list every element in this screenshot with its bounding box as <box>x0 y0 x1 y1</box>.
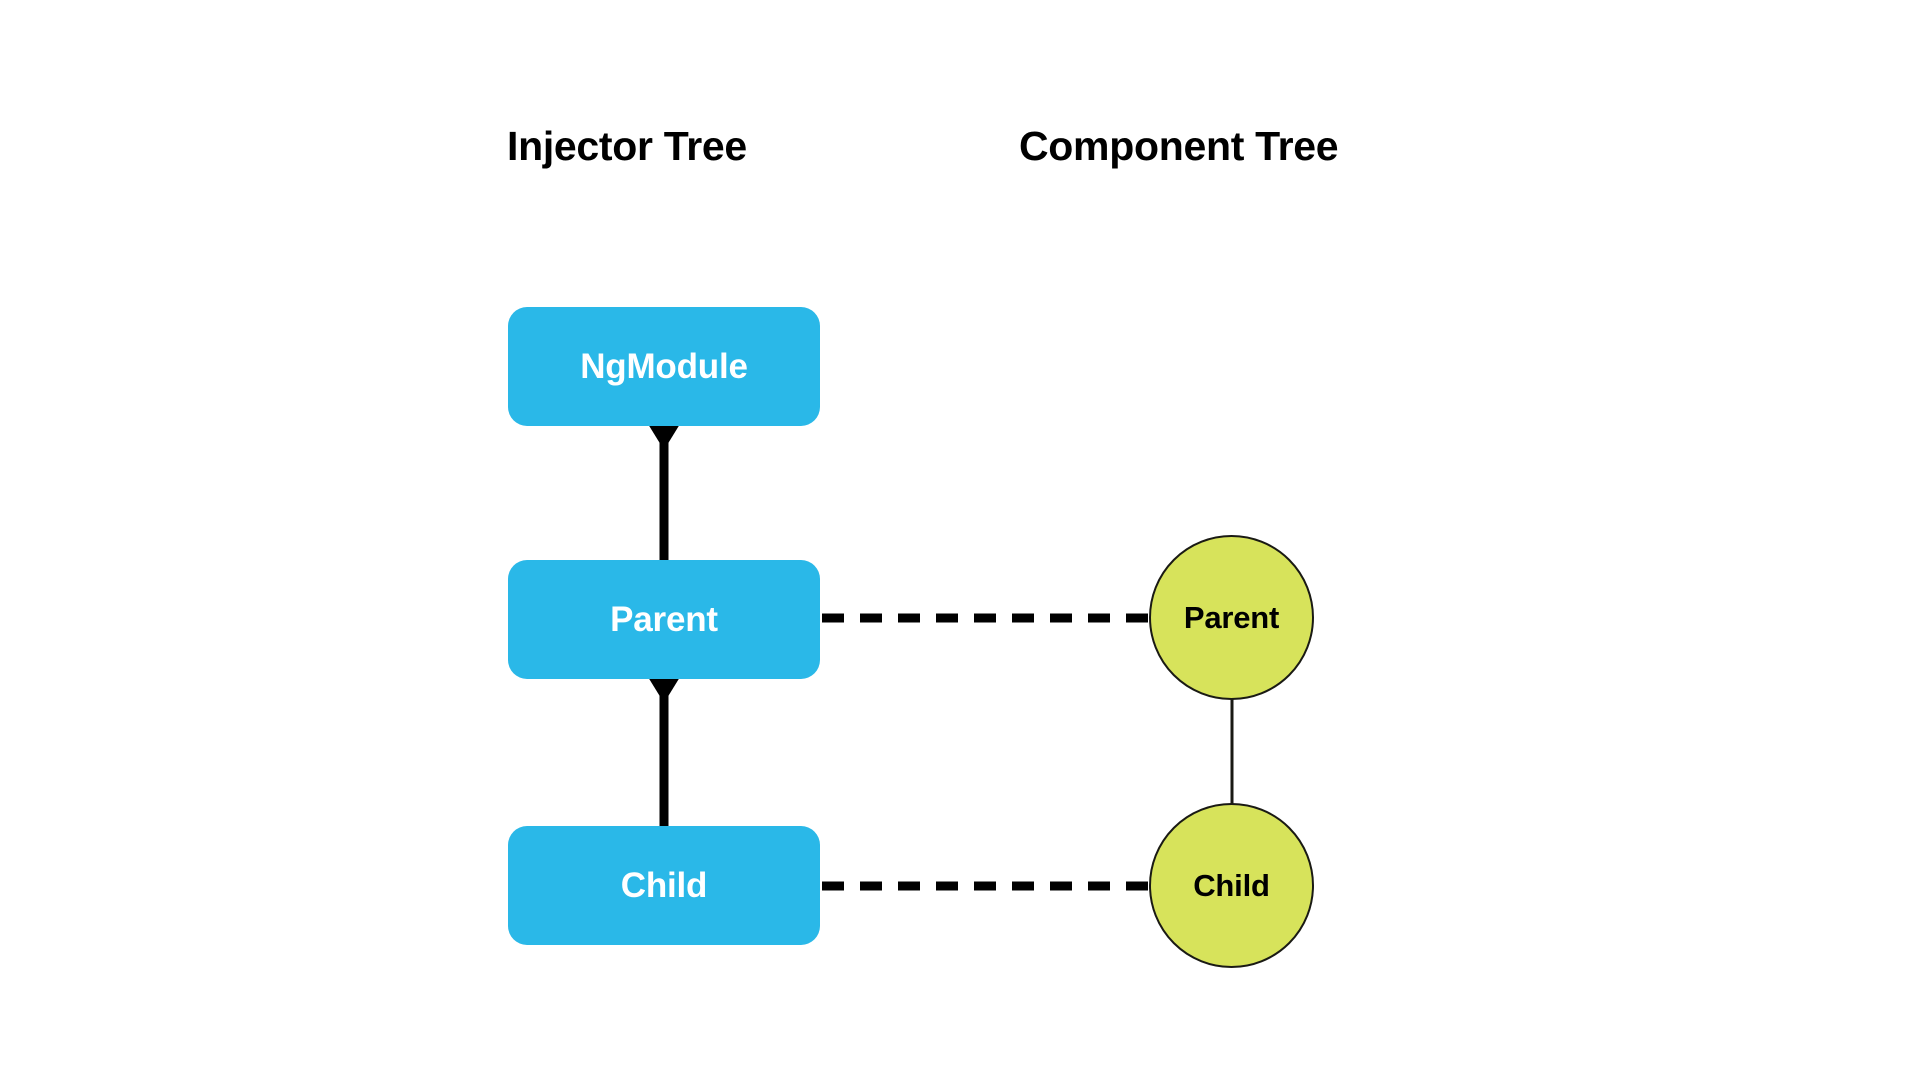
component-tree-title: Component Tree <box>1019 123 1339 169</box>
component-node-child-label: Child <box>1193 868 1270 903</box>
injector-node-child-label: Child <box>620 866 708 905</box>
edge-parent-to-child <box>648 677 680 828</box>
diagram-canvas: Injector Tree Component Tree NgModule Pa… <box>0 0 1920 1080</box>
component-node-child[interactable]: Child <box>1149 803 1314 968</box>
component-node-parent[interactable]: Parent <box>1149 535 1314 700</box>
injector-node-ngmodule[interactable]: NgModule <box>508 307 820 426</box>
edge-ngmodule-to-parent <box>648 424 680 562</box>
injector-node-ngmodule-label: NgModule <box>580 347 748 386</box>
injector-node-child[interactable]: Child <box>508 826 820 945</box>
connector-layer <box>648 424 1234 891</box>
component-node-parent-label: Parent <box>1183 600 1280 635</box>
injector-tree-title: Injector Tree <box>507 123 747 169</box>
injector-node-parent[interactable]: Parent <box>508 560 820 679</box>
injector-node-parent-label: Parent <box>610 600 718 639</box>
